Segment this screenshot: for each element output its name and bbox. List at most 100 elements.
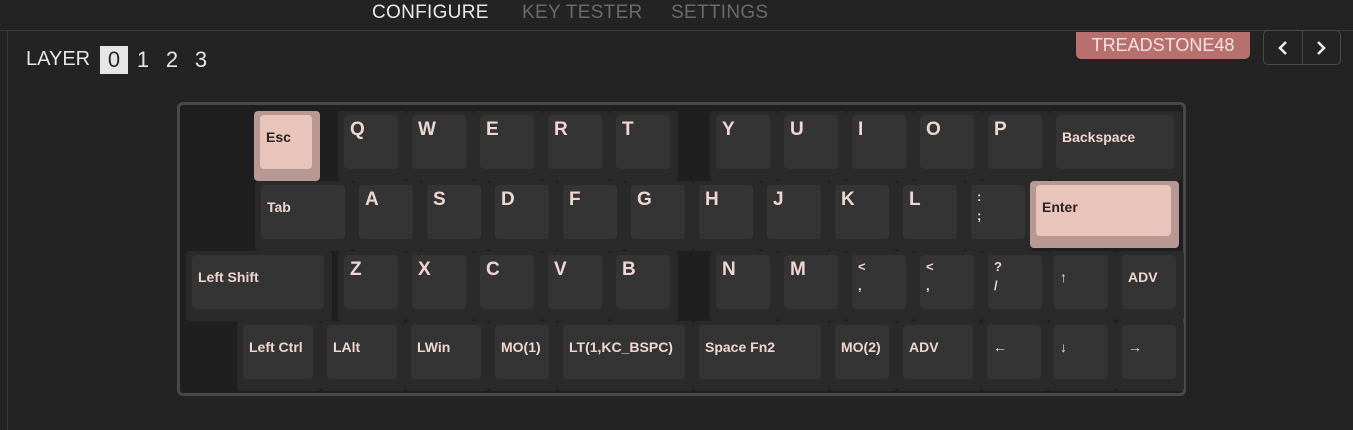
layer-2-button[interactable]: 2: [158, 46, 186, 74]
layer-0-button[interactable]: 0: [100, 46, 128, 74]
key-label: A: [365, 189, 379, 210]
key-label: →: [1128, 339, 1142, 355]
key-d[interactable]: D: [489, 181, 557, 251]
chevron-right-icon: [1317, 41, 1326, 55]
key-q[interactable]: Q: [338, 111, 406, 181]
key-label: LAlt: [333, 339, 361, 355]
key-label: Space Fn2: [705, 339, 776, 355]
key-label: LT(1,KC_BSPC): [569, 339, 673, 355]
key-left-shift[interactable]: Left Shift: [186, 251, 332, 321]
key-mo2[interactable]: MO(2): [829, 321, 897, 391]
key-o[interactable]: O: [914, 111, 982, 181]
key-z[interactable]: Z: [338, 251, 406, 321]
key-b[interactable]: B: [610, 251, 678, 321]
panel-border: [7, 31, 8, 430]
key-slash[interactable]: ? /: [982, 251, 1050, 321]
key-label: ↓: [1060, 339, 1067, 355]
key-label: O: [926, 119, 941, 140]
key-label: L: [909, 189, 921, 210]
key-label: V: [554, 259, 567, 280]
key-n[interactable]: N: [710, 251, 778, 321]
key-label: ←: [993, 339, 1007, 355]
key-r[interactable]: R: [542, 111, 610, 181]
key-left-ctrl[interactable]: Left Ctrl: [237, 321, 321, 391]
key-label: P: [994, 119, 1007, 140]
key-h[interactable]: H: [693, 181, 761, 251]
layer-3-button[interactable]: 3: [187, 46, 215, 74]
key-label: MO(2): [841, 339, 881, 355]
key-label: I: [858, 119, 864, 140]
key-label: ? /: [994, 259, 1002, 293]
key-label: < ,: [858, 259, 866, 293]
key-m[interactable]: M: [778, 251, 846, 321]
key-c[interactable]: C: [474, 251, 542, 321]
key-label: U: [790, 119, 804, 140]
key-mo1[interactable]: MO(1): [489, 321, 557, 391]
key-label: Esc: [266, 129, 291, 145]
key-l[interactable]: L: [897, 181, 965, 251]
key-up-arrow[interactable]: ↑: [1048, 251, 1116, 321]
key-label: LWin: [417, 339, 451, 355]
key-lalt[interactable]: LAlt: [321, 321, 405, 391]
key-label: < ,: [926, 259, 934, 293]
key-right-arrow[interactable]: →: [1116, 321, 1184, 391]
tab-settings[interactable]: SETTINGS: [671, 2, 768, 24]
key-label: C: [486, 259, 500, 280]
key-label: Y: [722, 119, 735, 140]
keyboard: Esc Q W E R T Y U I O P Backspace Tab A …: [177, 102, 1186, 396]
key-label: H: [705, 189, 719, 210]
layer-1-button[interactable]: 1: [129, 46, 157, 74]
tab-key-tester[interactable]: KEY TESTER: [522, 2, 643, 24]
key-label: Q: [350, 119, 365, 140]
key-w[interactable]: W: [406, 111, 474, 181]
next-keyboard-button[interactable]: [1302, 31, 1340, 64]
key-label: T: [622, 119, 634, 140]
key-adv-bottom[interactable]: ADV: [897, 321, 981, 391]
key-v[interactable]: V: [542, 251, 610, 321]
key-k[interactable]: K: [829, 181, 897, 251]
key-s[interactable]: S: [421, 181, 489, 251]
key-label: S: [433, 189, 446, 210]
key-label: B: [622, 259, 636, 280]
key-x[interactable]: X: [406, 251, 474, 321]
key-p[interactable]: P: [982, 111, 1050, 181]
key-label: : ;: [977, 189, 982, 223]
key-left-arrow[interactable]: ←: [981, 321, 1049, 391]
tab-configure[interactable]: CONFIGURE: [372, 2, 489, 24]
key-down-arrow[interactable]: ↓: [1048, 321, 1116, 391]
key-label: ↑: [1060, 269, 1067, 285]
key-period[interactable]: < ,: [914, 251, 982, 321]
key-adv-top[interactable]: ADV: [1116, 251, 1184, 321]
key-u[interactable]: U: [778, 111, 846, 181]
key-f[interactable]: F: [557, 181, 625, 251]
key-comma[interactable]: < ,: [846, 251, 914, 321]
key-tab[interactable]: Tab: [255, 181, 353, 251]
key-label: ADV: [1128, 269, 1158, 285]
key-t[interactable]: T: [610, 111, 678, 181]
key-i[interactable]: I: [846, 111, 914, 181]
key-label: Z: [350, 259, 362, 280]
key-label: ADV: [909, 339, 939, 355]
key-backspace[interactable]: Backspace: [1050, 111, 1182, 181]
key-label: Left Ctrl: [249, 339, 303, 355]
key-space-fn2[interactable]: Space Fn2: [693, 321, 829, 391]
key-y[interactable]: Y: [710, 111, 778, 181]
key-j[interactable]: J: [761, 181, 829, 251]
key-e[interactable]: E: [474, 111, 542, 181]
key-label: Enter: [1042, 199, 1078, 215]
key-enter[interactable]: Enter: [1030, 181, 1179, 248]
key-label: J: [773, 189, 784, 210]
key-lt-bspc[interactable]: LT(1,KC_BSPC): [557, 321, 693, 391]
key-lwin[interactable]: LWin: [405, 321, 489, 391]
key-a[interactable]: A: [353, 181, 421, 251]
key-g[interactable]: G: [625, 181, 693, 251]
keyboard-switcher: [1263, 30, 1341, 65]
prev-keyboard-button[interactable]: [1264, 31, 1303, 64]
key-label: W: [418, 119, 436, 140]
key-label: X: [418, 259, 431, 280]
key-semicolon[interactable]: : ;: [965, 181, 1033, 251]
key-label: Backspace: [1062, 129, 1136, 145]
key-label: K: [841, 189, 855, 210]
key-esc[interactable]: Esc: [254, 111, 320, 181]
key-label: R: [554, 119, 568, 140]
